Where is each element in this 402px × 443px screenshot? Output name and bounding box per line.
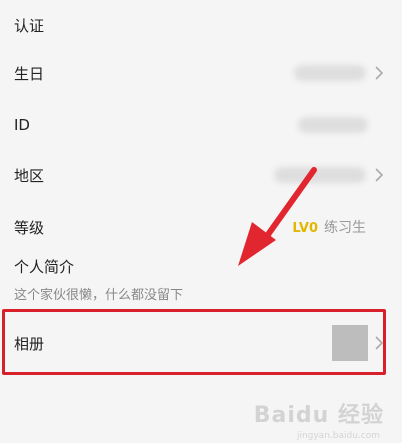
profile-settings-panel: 认证 生日 ID 地区 等级 LV0 练习生 个人简介 这个家伙很懒，什么都没留… — [0, 0, 402, 443]
red-pointer-arrow-icon — [238, 167, 317, 266]
baidu-watermark: Baidu 经验 — [253, 403, 384, 428]
baidu-watermark-url: jingyan.baidu.com — [296, 431, 380, 441]
